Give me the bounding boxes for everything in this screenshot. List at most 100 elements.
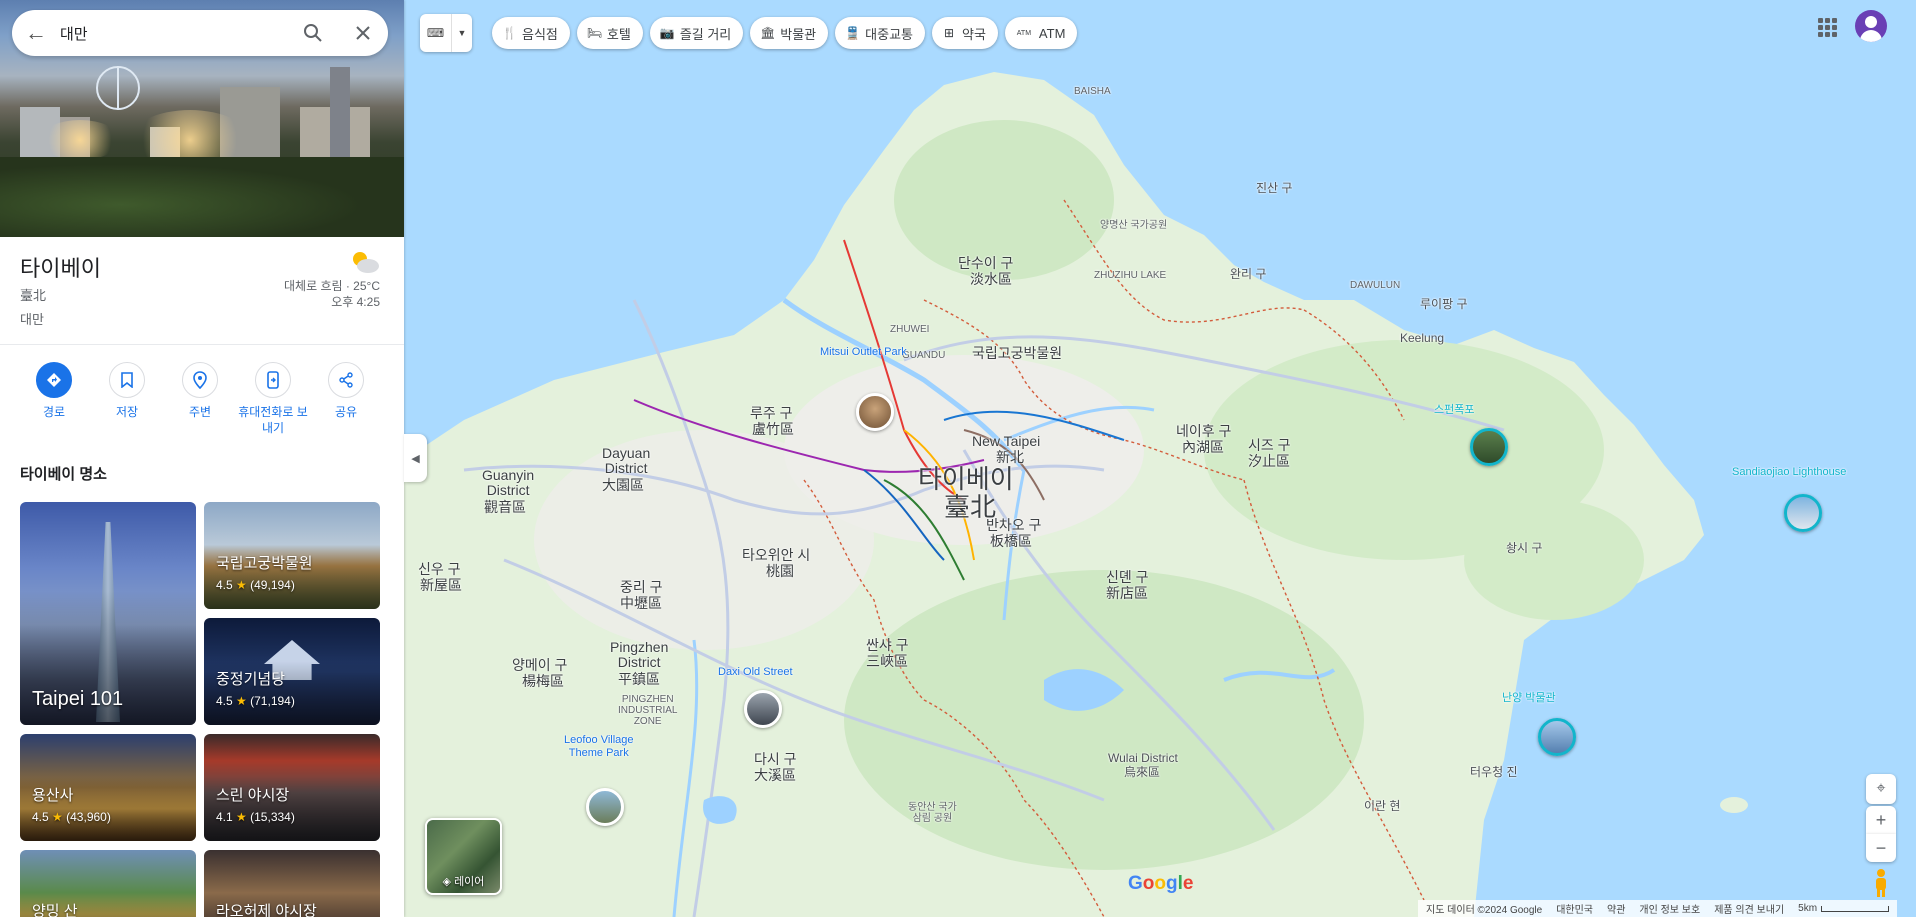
- map-label-dawulun: DAWULUN: [1350, 280, 1401, 291]
- map-label-wulai: Wulai District: [1108, 751, 1178, 765]
- map-label-zhuzihu: ZHUZIHU LAKE: [1094, 270, 1167, 281]
- place-header: 타이베이 臺北 대만 대체로 흐림 · 25°C 오후 4:25: [0, 237, 404, 345]
- place-native-name: 臺北: [20, 288, 47, 303]
- footer-terms[interactable]: 약관: [1607, 901, 1625, 916]
- camera-icon: 📷: [659, 26, 675, 40]
- attraction-card-shilin[interactable]: 스린 야시장 4.1 ★ (15,334): [204, 734, 380, 841]
- transit-icon: 🚆: [845, 26, 861, 40]
- attraction-card-longshan[interactable]: 용산사 4.5 ★ (43,960): [20, 734, 196, 841]
- map-label-pingzhen-ind: PINGZHEN INDUSTRIAL ZONE: [618, 694, 678, 727]
- map-label-daxi-cn: 大溪區: [754, 767, 796, 783]
- chip-restaurant[interactable]: 🍴 음식점: [492, 17, 570, 49]
- map-label-shifen[interactable]: 스펀폭포: [1434, 404, 1474, 417]
- attraction-card-cks[interactable]: 중정기념당 4.5 ★ (71,194): [204, 618, 380, 725]
- minus-icon: −: [1875, 837, 1887, 858]
- map-thumb-mitsui[interactable]: [856, 393, 894, 431]
- collapse-panel-button[interactable]: ◀: [404, 434, 427, 482]
- map-label-leofoo[interactable]: Leofoo Village Theme Park: [564, 734, 634, 760]
- ferris-wheel: [96, 66, 140, 110]
- search-button[interactable]: [288, 10, 338, 56]
- map-label-new-taipei: New Taipei: [972, 433, 1041, 449]
- send-to-phone-button[interactable]: 휴대전화로 보 내기: [236, 362, 310, 436]
- chevron-left-icon: ◀: [411, 452, 420, 465]
- attraction-card-npm[interactable]: 국립고궁박물원 4.5 ★ (49,194): [204, 502, 380, 609]
- map-canvas[interactable]: 타이베이 臺北 국립고궁박물원 New Taipei 新北 단수이 구 淡水區 …: [404, 0, 1916, 917]
- map-label-mitsui[interactable]: Mitsui Outlet Park: [820, 346, 907, 359]
- map-footer: 지도 데이터 ©2024 Google 대한민국 약관 개인 정보 보호 제품 …: [1418, 900, 1898, 917]
- apps-grid-icon[interactable]: [1814, 14, 1838, 38]
- hotel-icon: 🛏: [586, 26, 603, 40]
- arrow-left-icon: ←: [25, 20, 47, 45]
- attraction-card-yangmingshan[interactable]: 양밍 산: [20, 850, 196, 917]
- map-label-dayuan-cn: 大園區: [602, 477, 644, 493]
- museum-icon: 🏛: [760, 26, 776, 40]
- scale-bar[interactable]: 5km: [1798, 903, 1890, 914]
- map-label-wanli: 완리 구: [1230, 267, 1267, 281]
- save-button[interactable]: 저장: [90, 362, 164, 420]
- map-label-lanyang[interactable]: 난양 박물관: [1502, 692, 1556, 705]
- layers-button[interactable]: ◈ 레이어: [425, 818, 502, 895]
- zoom-out-button[interactable]: −: [1866, 834, 1896, 862]
- map-label-taipei: 타이베이: [918, 464, 1014, 494]
- map-thumb-sandiao[interactable]: [1784, 494, 1822, 532]
- attraction-card-taipei101[interactable]: Taipei 101: [20, 502, 196, 725]
- footer-map-data: 지도 데이터 ©2024 Google: [1426, 905, 1543, 916]
- map-thumb-daxi[interactable]: [744, 690, 782, 728]
- footer-country[interactable]: 대한민국: [1556, 901, 1593, 916]
- restaurant-icon: 🍴: [502, 26, 517, 40]
- map-thumb-shifen[interactable]: [1470, 428, 1508, 466]
- map-label-daxi: 다시 구: [754, 751, 797, 767]
- map-label-guandu: GUANDU: [902, 350, 946, 361]
- map-label-yangmei: 양메이 구: [512, 657, 568, 673]
- nearby-button[interactable]: 주변: [163, 362, 237, 420]
- map-label-guanyin-cn: 觀音區: [484, 499, 526, 515]
- clear-search-button[interactable]: [338, 10, 388, 56]
- weather-text: 대체로 흐림 · 25°C: [283, 279, 380, 293]
- map-label-xizhi: 시즈 구: [1248, 437, 1291, 453]
- map-label-tamsui-cn: 淡水區: [970, 271, 1012, 287]
- my-location-button[interactable]: ⌖: [1866, 774, 1896, 804]
- map-label-daxi-old[interactable]: Daxi Old Street: [718, 666, 793, 679]
- map-label-tamsui: 단수이 구: [958, 255, 1014, 271]
- account-avatar[interactable]: [1855, 10, 1887, 42]
- map-thumb-leofoo[interactable]: [586, 788, 624, 826]
- keyboard-icon: ⌨: [420, 14, 452, 52]
- attraction-card-raohe[interactable]: 라오허제 야시장: [204, 850, 380, 917]
- map-label-xindian: 신뎬 구: [1106, 569, 1149, 585]
- pharmacy-icon: ⊞: [943, 26, 955, 40]
- pegman-icon[interactable]: [1872, 868, 1890, 898]
- action-buttons: 경로 저장 주변 휴대전화로 보 내기 공유: [0, 358, 404, 448]
- map-label-sandiao[interactable]: Sandiaojiao Lighthouse: [1732, 466, 1846, 479]
- chip-things-to-do[interactable]: 📷 즐길 거리: [649, 17, 744, 49]
- map-label-luzhu-cn: 盧竹區: [752, 421, 794, 437]
- chip-atm[interactable]: ATM ATM: [1004, 17, 1078, 49]
- map-label-shuangxi: 솽시 구: [1506, 541, 1543, 555]
- search-box[interactable]: ←: [12, 10, 388, 56]
- chip-museum[interactable]: 🏛 박물관: [750, 17, 829, 49]
- input-tools-button[interactable]: ⌨ ▼: [420, 14, 472, 52]
- chip-transit[interactable]: 🚆 대중교통: [835, 17, 925, 49]
- footer-privacy[interactable]: 개인 정보 보호: [1639, 901, 1700, 916]
- map-thumb-lanyang[interactable]: [1538, 718, 1576, 756]
- directions-button[interactable]: 경로: [17, 362, 91, 420]
- map-label-xindian-cn: 新店區: [1106, 585, 1148, 601]
- map-label-pingzhen-cn: 平鎮區: [618, 671, 660, 687]
- map-label-zhongli: 중리 구: [620, 579, 663, 595]
- chip-pharmacy[interactable]: ⊞ 약국: [932, 17, 998, 49]
- search-input[interactable]: [60, 18, 288, 48]
- share-button[interactable]: 공유: [309, 362, 383, 420]
- star-icon: ★: [236, 810, 247, 824]
- footer-feedback[interactable]: 제품 의견 보내기: [1714, 901, 1784, 916]
- chip-hotel[interactable]: 🛏 호텔: [576, 17, 643, 49]
- map-label-banqiao: 반차오 구: [986, 517, 1042, 533]
- directions-icon: [47, 373, 61, 387]
- place-title: 타이베이: [20, 256, 101, 281]
- category-chips: 🍴 음식점 🛏 호텔 📷 즐길 거리 🏛 박물관 🚆 대중교통 ⊞ 약국 ATM ATM: [492, 17, 1078, 49]
- back-button[interactable]: ←: [12, 10, 60, 56]
- map-label-taoyuan-cn: 桃園: [766, 563, 794, 579]
- layers-icon: ◈: [442, 876, 455, 888]
- map-label-toucheng: 터우청 진: [1470, 765, 1518, 779]
- zoom-in-button[interactable]: +: [1866, 806, 1896, 834]
- star-icon: ★: [52, 810, 63, 824]
- map-label-new-taipei-cn: 新北: [996, 449, 1024, 465]
